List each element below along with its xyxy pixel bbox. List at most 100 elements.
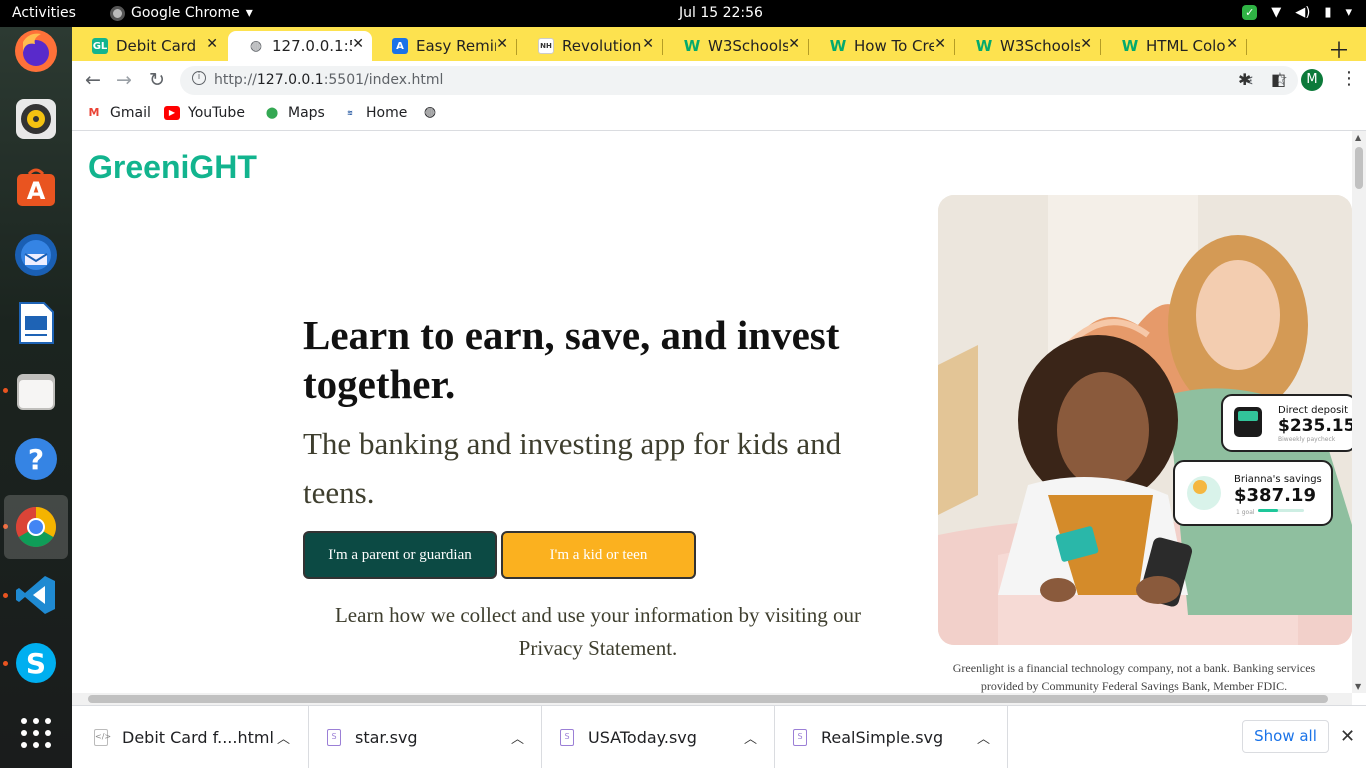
menu-kebab-icon[interactable]: ⋮ [1340,68,1358,89]
bank-disclaimer: Greenlight is a financial technology com… [952,661,1316,693]
tab-how-to-create[interactable]: W How To Crea ✕ [810,31,954,61]
tab-easy-remind[interactable]: A Easy Remind ✕ [372,31,516,61]
skype-icon[interactable]: S [12,639,60,687]
files-icon[interactable] [12,367,60,415]
thunderbird-icon[interactable] [12,231,60,279]
bookmark-label: YouTube [188,105,245,121]
home-favicon-icon: ≋ [347,109,353,117]
reload-icon[interactable]: ↻ [149,69,165,91]
chevron-down-icon: ▾ [1345,5,1352,20]
greenlight-favicon-icon: GL [92,38,108,54]
download-item[interactable]: S star.svg ︿ [309,706,542,768]
tab-w3schools-2[interactable]: W W3Schools T ✕ [956,31,1100,61]
tab-label: W3Schools T [1000,37,1080,55]
kid-teen-button[interactable]: I'm a kid or teen [501,531,696,579]
svg-file-icon: S [793,729,807,746]
maps-pin-icon: ⬤ [265,106,279,119]
bookmark-label: Home [366,105,408,121]
close-tab-icon[interactable]: ✕ [642,36,654,52]
site-favicon-icon: NH [538,38,554,54]
bookmark-globe[interactable]: ◍ [422,105,438,119]
system-tray[interactable]: ✓ ▼ ◀) ▮ ▾ [1242,5,1352,20]
download-item[interactable]: S USAToday.svg ︿ [542,706,775,768]
download-options-chevron-icon[interactable]: ︿ [511,728,524,747]
download-options-chevron-icon[interactable]: ︿ [277,728,290,747]
app-menu-label: Google Chrome [131,5,240,21]
address-url[interactable]: http://127.0.0.1:5501/index.html [214,72,443,88]
tab-revolutioniz[interactable]: NH Revolutioniz ✕ [518,31,662,61]
forward-icon[interactable]: → [116,69,132,91]
download-item[interactable]: </> Debit Card f....html ︿ [72,706,309,768]
vertical-scroll-thumb[interactable] [1355,147,1363,189]
svg-text:S: S [26,647,46,680]
tab-html-color[interactable]: W HTML Color ✕ [1102,31,1246,61]
bookmark-gmail[interactable]: M Gmail [86,105,151,121]
site-logo[interactable]: GreeniGHT [88,149,257,186]
caret-down-icon: ▾ [245,5,253,21]
w3schools-favicon-icon: W [1121,37,1139,55]
svg-text:?: ? [28,443,44,476]
side-panel-icon[interactable]: ◧ [1271,70,1286,89]
horizontal-scrollbar[interactable] [72,693,1352,705]
vertical-scrollbar[interactable]: ▲ ▼ [1352,131,1366,693]
download-filename: USAToday.svg [588,728,697,747]
close-tab-icon[interactable]: ✕ [1080,36,1092,52]
writer-icon[interactable] [12,299,60,347]
bookmark-youtube[interactable]: ▶ YouTube [164,105,245,121]
hero-title: Learn to earn, save, and invest together… [303,312,840,407]
download-options-chevron-icon[interactable]: ︿ [744,728,757,747]
dock: A ? S [0,27,72,768]
direct-deposit-note: Biweekly paycheck [1278,436,1336,443]
download-filename: Debit Card f....html [122,728,274,747]
parent-guardian-button[interactable]: I'm a parent or guardian [303,531,497,579]
tab-debit-card[interactable]: GL Debit Card f ✕ [72,31,226,61]
profile-avatar[interactable]: M [1301,69,1323,91]
download-item[interactable]: S RealSimple.svg ︿ [775,706,1008,768]
download-filename: star.svg [355,728,418,747]
close-tab-icon[interactable]: ✕ [496,36,508,52]
close-tab-icon[interactable]: ✕ [206,36,218,52]
scroll-down-arrow-icon[interactable]: ▼ [1355,682,1361,691]
bookmark-label: Maps [288,105,325,121]
browser-toolbar: ← → ↻ i http://127.0.0.1:5501/index.html… [72,61,1366,99]
software-center-icon[interactable]: A [12,163,60,211]
svg-file-icon: S [327,729,341,746]
bookmark-maps[interactable]: ⬤ Maps [264,105,325,121]
savings-title: Brianna's savings [1234,474,1322,485]
close-downloads-icon[interactable]: ✕ [1340,726,1355,747]
scroll-up-arrow-icon[interactable]: ▲ [1355,133,1361,142]
bookmark-home[interactable]: ≋ Home [342,105,407,121]
download-options-chevron-icon[interactable]: ︿ [977,728,990,747]
app-store-favicon-icon: A [392,38,408,54]
show-all-downloads-button[interactable]: Show all [1242,720,1329,753]
firefox-icon[interactable] [12,27,60,75]
globe-icon: ◍ [423,104,437,120]
tab-label: HTML Color [1146,37,1226,55]
page-viewport: GreeniGHT Learn to earn, save, and inves… [72,131,1352,693]
privacy-statement-text: Learn how we collect and use your inform… [334,603,862,660]
tab-w3schools-1[interactable]: W W3Schools T ✕ [664,31,808,61]
close-tab-icon[interactable]: ✕ [788,36,800,52]
close-tab-icon[interactable]: ✕ [934,36,946,52]
clock[interactable]: Jul 15 22:56 [679,5,763,21]
address-bar[interactable]: i http://127.0.0.1:5501/index.html ⋖ ☆ [180,66,1298,95]
battery-icon: ▮ [1324,5,1332,20]
close-tab-icon[interactable]: ✕ [352,36,364,52]
chrome-icon[interactable] [4,495,68,559]
direct-deposit-amount: $235.15 [1278,416,1352,436]
activities-button[interactable]: Activities [12,5,76,21]
tab-localhost[interactable]: ◍ 127.0.0.1:55 ✕ [228,31,372,61]
site-info-icon[interactable]: i [192,71,206,85]
app-menu[interactable]: Google Chrome ▾ [110,5,253,21]
vscode-icon[interactable] [12,571,60,619]
back-icon[interactable]: ← [85,69,101,91]
horizontal-scroll-thumb[interactable] [88,695,1328,703]
savings-note: 1 goal [1236,509,1255,516]
extensions-puzzle-icon[interactable]: ✱ [1238,70,1251,89]
close-tab-icon[interactable]: ✕ [1226,36,1238,52]
svg-file-icon: S [560,729,574,746]
update-shield-icon[interactable]: ✓ [1242,5,1258,20]
rhythmbox-icon[interactable] [12,95,60,143]
help-icon[interactable]: ? [12,435,60,483]
app-grid-icon[interactable] [12,709,60,757]
